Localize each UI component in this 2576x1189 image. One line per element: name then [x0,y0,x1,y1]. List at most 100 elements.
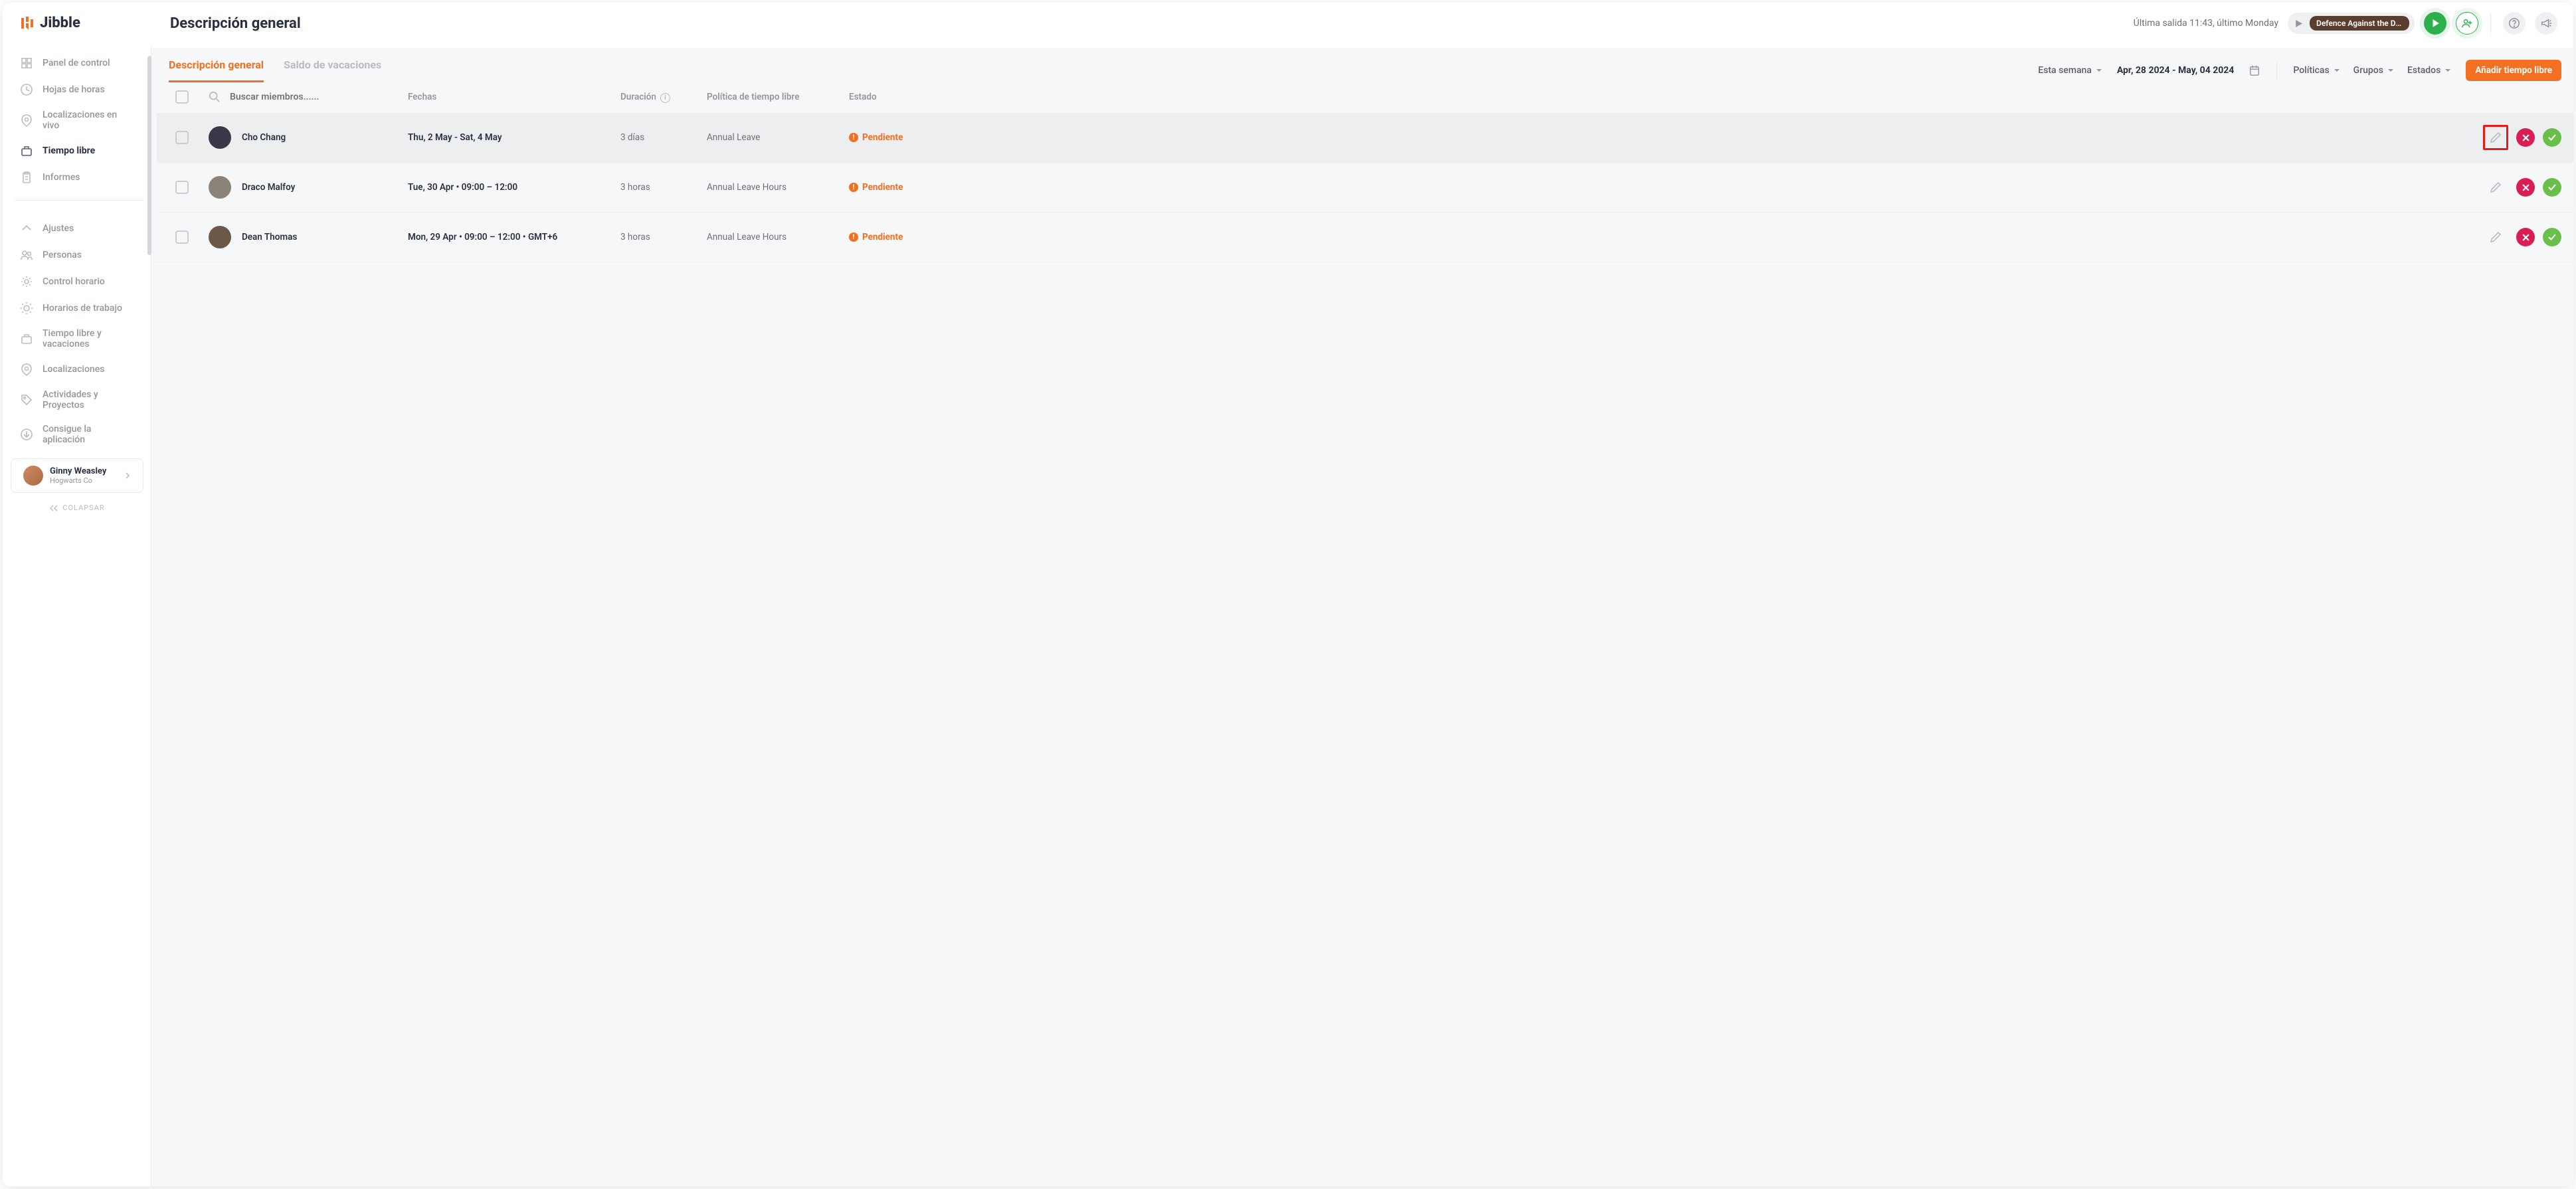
table-row[interactable]: Cho Chang Thu, 2 May - Sat, 4 May3 díasAn… [157,113,2573,163]
reject-button[interactable] [2516,128,2535,147]
tag-icon [20,393,33,407]
pencil-icon [2489,181,2502,194]
filter-dropdown[interactable]: Políticas [2293,65,2340,76]
approve-button[interactable] [2543,128,2561,147]
nav-item-location[interactable]: Localizaciones en vivo [3,103,151,137]
filter-dropdown[interactable]: Grupos [2353,65,2394,76]
collapse-icon [49,505,58,511]
info-icon[interactable]: i [660,93,670,103]
edit-button[interactable] [2483,125,2508,150]
col-dates-header: Fechas [408,92,620,102]
tabs: Descripción general Saldo de vacaciones [169,58,2023,82]
download-icon [20,428,33,441]
nav-item-sun[interactable]: Horarios de trabajo [3,295,151,321]
nav-item-briefcase[interactable]: Tiempo libre [3,137,151,164]
add-person-button[interactable] [2456,12,2478,35]
clock-in-button[interactable] [2424,12,2446,35]
nav-item-briefcase[interactable]: Tiempo libre y vacaciones [3,321,151,356]
people-icon [20,248,33,262]
check-icon [2547,133,2557,142]
pencil-icon [2489,131,2502,144]
nav-item-chevron-up[interactable]: Ajustes [3,215,151,242]
range-dropdown[interactable]: Esta semana [2038,65,2102,76]
col-status-header: Estado [849,92,968,102]
user-org: Hogwarts Co [50,476,118,485]
select-all-checkbox[interactable] [175,90,189,104]
status-dot-icon: ! [849,133,858,142]
table-row[interactable]: Dean ThomasMon, 29 Apr • 09:00 – 12:00 •… [157,213,2573,262]
approve-button[interactable] [2543,228,2561,246]
col-policy-header: Política de tiempo libre [707,92,849,102]
project-pill[interactable]: Defence Against the Da... [2288,13,2415,34]
policy-cell: Annual Leave Hours [707,232,849,242]
play-icon [2431,19,2440,28]
collapse-button[interactable]: COLAPSAR [3,497,151,519]
pencil-icon [2489,230,2502,244]
dates-cell: Thu, 2 May - Sat, 4 May [408,132,620,143]
nav-item-gear[interactable]: Control horario [3,268,151,295]
calendar-icon[interactable] [2249,64,2260,76]
x-icon [2522,183,2530,192]
row-checkbox[interactable] [175,181,189,194]
nav-divider [15,200,143,201]
search-icon[interactable] [209,91,221,103]
check-icon [2547,232,2557,242]
nav-item-dashboard[interactable]: Panel de control [3,50,151,76]
add-timeoff-button[interactable]: Añadir tiempo libre [2466,60,2561,81]
nav-item-clipboard[interactable]: Informes [3,164,151,191]
approve-button[interactable] [2543,178,2561,197]
briefcase-icon [20,332,33,345]
row-checkbox[interactable] [175,131,189,144]
row-checkbox[interactable] [175,230,189,244]
logo[interactable]: Jibble [3,3,151,43]
status-dot-icon: ! [849,232,858,242]
location-icon [20,114,33,127]
sidebar-scrollbar[interactable] [147,56,151,255]
clock-icon [20,83,33,96]
dashboard-icon [20,56,33,70]
member-name: Cho Chang [242,132,286,143]
tab[interactable]: Saldo de vacaciones [284,58,381,82]
nav-item-tag[interactable]: Actividades y Proyectos [3,383,151,417]
page-title: Descripción general [170,15,2124,32]
status-label: Pendiente [862,232,903,242]
table-header: Fechas Duracióni Política de tiempo libr… [157,82,2573,113]
notifications-button[interactable] [2535,12,2557,35]
date-range[interactable]: Apr, 28 2024 - May, 04 2024 [2117,65,2234,76]
tab[interactable]: Descripción general [169,58,264,82]
edit-button[interactable] [2483,175,2508,200]
help-button[interactable] [2503,12,2526,35]
duration-cell: 3 días [620,132,707,143]
divider [2490,13,2491,33]
nav-item-people[interactable]: Personas [3,242,151,268]
help-icon [2508,17,2520,29]
main-nav: Panel de controlHojas de horasLocalizaci… [3,43,151,191]
secondary-nav: AjustesPersonasControl horarioHorarios d… [3,209,151,452]
filter-dropdown[interactable]: Estados [2407,65,2451,76]
sun-icon [20,302,33,315]
user-account[interactable]: Ginny Weasley Hogwarts Co [11,458,143,493]
nav-item-location[interactable]: Localizaciones [3,356,151,383]
table-row[interactable]: Draco MalfoyTue, 30 Apr • 09:00 – 12:003… [157,163,2573,213]
member-name: Draco Malfoy [242,182,295,193]
divider [2276,60,2277,80]
x-icon [2522,233,2530,242]
search-input[interactable] [230,92,348,102]
policy-cell: Annual Leave [707,132,849,143]
chevron-down-icon [2387,67,2394,74]
edit-button[interactable] [2483,225,2508,250]
header: Descripción general Última salida 11:43,… [151,3,2573,48]
duration-cell: 3 horas [620,232,707,242]
chevron-up-icon [20,222,33,235]
chevron-down-icon [2444,67,2451,74]
gear-icon [20,275,33,288]
reject-button[interactable] [2516,178,2535,197]
nav-item-clock[interactable]: Hojas de horas [3,76,151,103]
policy-cell: Annual Leave Hours [707,182,849,193]
nav-item-download[interactable]: Consigue la aplicación [3,417,151,452]
dates-cell: Mon, 29 Apr • 09:00 – 12:00 • GMT+6 [408,232,620,242]
status-dot-icon: ! [849,183,858,192]
jibble-logo-icon [20,15,36,31]
reject-button[interactable] [2516,228,2535,246]
location-icon [20,363,33,376]
